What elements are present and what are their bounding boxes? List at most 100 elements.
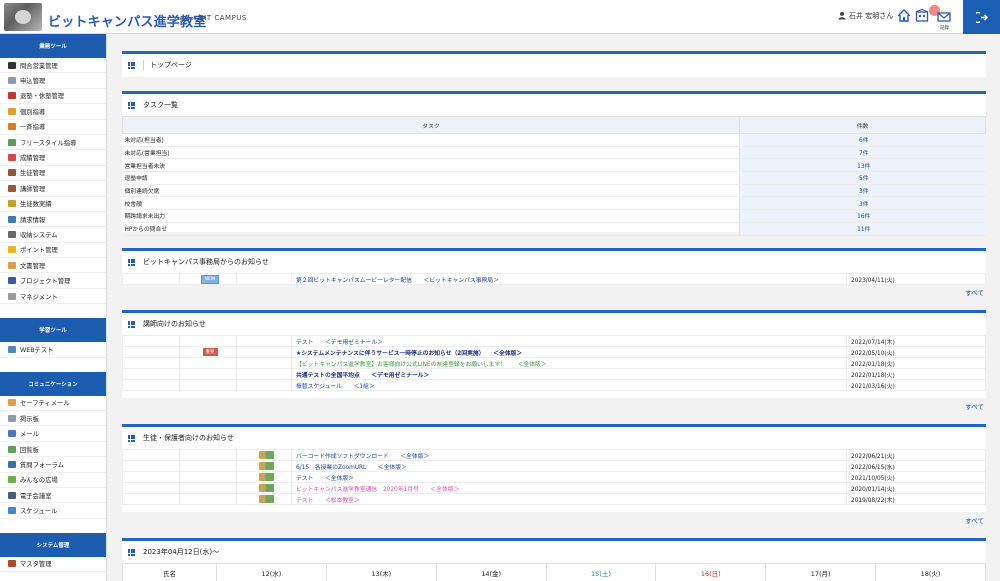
notice-cell xyxy=(122,335,180,347)
sidebar-item[interactable]: 問合営業管理 xyxy=(0,58,106,74)
notice-title-cell: テスト ＜全体版＞ xyxy=(291,471,847,483)
sidebar-item[interactable]: 講師管理 xyxy=(0,181,106,197)
building-icon[interactable] xyxy=(915,9,929,22)
sidebar-item[interactable]: ポイント管理 xyxy=(0,243,106,259)
sidebar-item[interactable]: 退塾・休塾管理 xyxy=(0,89,106,105)
notice-badge: NEW xyxy=(200,274,220,284)
notice-title-cell: 6/15 各授業のZoomURL ＜全体版＞ xyxy=(291,460,847,472)
task-count-link[interactable]: 7件 xyxy=(859,151,869,157)
menu-icon xyxy=(8,507,16,515)
sidebar-item-label: 回覧板 xyxy=(20,446,39,454)
notice-link[interactable]: 6/15 各授業のZoomURL ＜全体版＞ xyxy=(296,465,407,471)
main-content: トップページ タスク一覧 タスク 件数 未対応(担当者) 6件 未対応(営業担当) 7件… xyxy=(122,34,986,581)
grid-icon xyxy=(128,320,135,328)
menu-icon xyxy=(8,61,16,69)
grid-icon xyxy=(128,548,135,556)
menu-icon xyxy=(8,560,16,568)
sidebar-item[interactable]: セーフティメール xyxy=(0,396,106,412)
notice-cell xyxy=(122,357,180,369)
sidebar-item[interactable]: 掲示板 xyxy=(0,411,106,427)
notice-cell xyxy=(122,379,180,391)
task-count-link[interactable]: 16件 xyxy=(857,214,870,220)
task-column-header: タスク xyxy=(122,116,740,134)
sidebar-item[interactable]: フリースタイル指導 xyxy=(0,135,106,151)
notice-link[interactable]: テスト ＜全体版＞ xyxy=(296,476,354,482)
sidebar-item[interactable]: 成績管理 xyxy=(0,150,106,166)
sidebar-item[interactable]: メール xyxy=(0,426,106,442)
task-count-link[interactable]: 11件 xyxy=(857,227,870,233)
notice-cell: 重要 xyxy=(179,346,237,358)
calendar-day-header: 13(木) xyxy=(325,563,437,581)
task-count-link[interactable]: 3件 xyxy=(859,189,869,195)
sidebar-item-label: 生徒数実績 xyxy=(20,201,52,209)
sidebar-item[interactable]: 収納システム xyxy=(0,227,106,243)
notice-cell xyxy=(236,379,292,391)
school-logo[interactable] xyxy=(4,3,42,31)
grid-icon xyxy=(128,434,135,442)
mail-caption: 記録 xyxy=(940,26,949,31)
notice-cell xyxy=(236,471,292,483)
office-notice-more-link[interactable]: すべて xyxy=(965,287,984,297)
sidebar-item[interactable]: 請求情報 xyxy=(0,212,106,228)
sidebar-item[interactable]: 回覧板 xyxy=(0,442,106,458)
user-name-text: 石井 宏明さん xyxy=(849,12,894,20)
home-icon[interactable] xyxy=(897,9,911,22)
count-column-header: 件数 xyxy=(739,116,986,134)
notice-date: 2021/03/16(火) xyxy=(846,379,986,391)
sidebar-item[interactable]: スケジュール xyxy=(0,503,106,519)
sidebar-item[interactable]: WEBテスト xyxy=(0,342,106,358)
task-count-link[interactable]: 5件 xyxy=(859,176,869,182)
sidebar-item[interactable]: 電子会議室 xyxy=(0,488,106,504)
notice-row: 【ビットキャンパス進学教室】お客様向け公式LINEの友達登録をお願いします！ ＜… xyxy=(122,357,986,369)
sidebar-item-label: マスタ管理 xyxy=(20,561,52,569)
sidebar-item[interactable]: 申込管理 xyxy=(0,73,106,89)
notice-link[interactable]: 共通テストの全国平均点 ＜デモ用ゼミナール＞ xyxy=(296,373,429,379)
sidebar-item-label: 講師管理 xyxy=(20,185,46,193)
notice-link[interactable]: テスト ＜松本教室＞ xyxy=(296,498,360,504)
menu-icon xyxy=(8,169,16,177)
sidebar-item[interactable]: みんなの広場 xyxy=(0,473,106,488)
menu-icon xyxy=(8,345,16,353)
sidebar-item-label: 一斉指導 xyxy=(20,124,46,132)
sidebar-item[interactable]: マスタ管理 xyxy=(0,557,106,573)
sidebar-item[interactable]: 個別指導 xyxy=(0,104,106,120)
task-count-cell: 6件 xyxy=(739,133,986,147)
sidebar-item[interactable]: プロジェクト管理 xyxy=(0,273,106,289)
mail-icon[interactable] xyxy=(937,9,951,22)
notice-link[interactable]: 第２回ビットキャンパスムービーレター配信 ＜ビットキャンパス事務局＞ xyxy=(296,278,499,284)
user-name[interactable]: 石井 宏明さん xyxy=(838,11,893,21)
task-count-link[interactable]: 13件 xyxy=(857,164,870,170)
notice-cell xyxy=(122,471,180,483)
task-row: 未対応(担当者) 6件 xyxy=(122,133,986,147)
grid-icon xyxy=(128,61,135,69)
sidebar-item[interactable]: 一斉指導 xyxy=(0,120,106,135)
notice-cell xyxy=(179,471,237,483)
sidebar-item-label: メール xyxy=(20,431,39,439)
task-count-link[interactable]: 3件 xyxy=(859,202,869,208)
notice-link[interactable]: ★システムメンテナンスに伴うサービス一時停止のお知らせ（2回実施） ＜全体版＞ xyxy=(296,351,522,357)
notice-link[interactable]: テスト ＜デモ用ゼミナール＞ xyxy=(296,340,383,346)
sidebar-item[interactable]: 質問フォーラム xyxy=(0,457,106,473)
notice-link[interactable]: ビットキャンパス進学教室通信 2020年1月号 ＜全体版＞ xyxy=(296,487,459,493)
notice-link[interactable]: 【ビットキャンパス進学教室】お客様向け公式LINEの友達登録をお願いします！ ＜… xyxy=(296,362,547,368)
sidebar-item-label: 文書管理 xyxy=(20,262,46,270)
notice-link[interactable]: 振替スケジュール ＜1組＞ xyxy=(296,384,375,390)
notice-link[interactable]: バーコード作成ソフトダウンロード ＜全体版＞ xyxy=(296,454,429,460)
sidebar-item[interactable]: 生徒管理 xyxy=(0,166,106,182)
logout-button[interactable] xyxy=(963,0,1000,34)
sidebar-section-header: システム管理 xyxy=(0,532,106,557)
parent-notice-more-link[interactable]: すべて xyxy=(965,515,984,525)
sidebar-item[interactable]: 文書管理 xyxy=(0,258,106,274)
teacher-notice-more-link[interactable]: すべて xyxy=(965,401,984,411)
sidebar-item-label: 質問フォーラム xyxy=(20,461,64,469)
notice-date: 2022/06/15(水) xyxy=(846,460,986,472)
sidebar-item[interactable]: マネジメント xyxy=(0,289,106,305)
notice-date: 2019/08/22(木) xyxy=(846,493,986,505)
sidebar-item[interactable]: 生徒数実績 xyxy=(0,197,106,212)
family-icon xyxy=(258,495,274,503)
notice-title-cell: バーコード作成ソフトダウンロード ＜全体版＞ xyxy=(291,449,847,461)
sidebar-item-label: 掲示板 xyxy=(20,415,39,423)
task-count-link[interactable]: 6件 xyxy=(859,138,869,144)
family-icon xyxy=(258,462,274,470)
